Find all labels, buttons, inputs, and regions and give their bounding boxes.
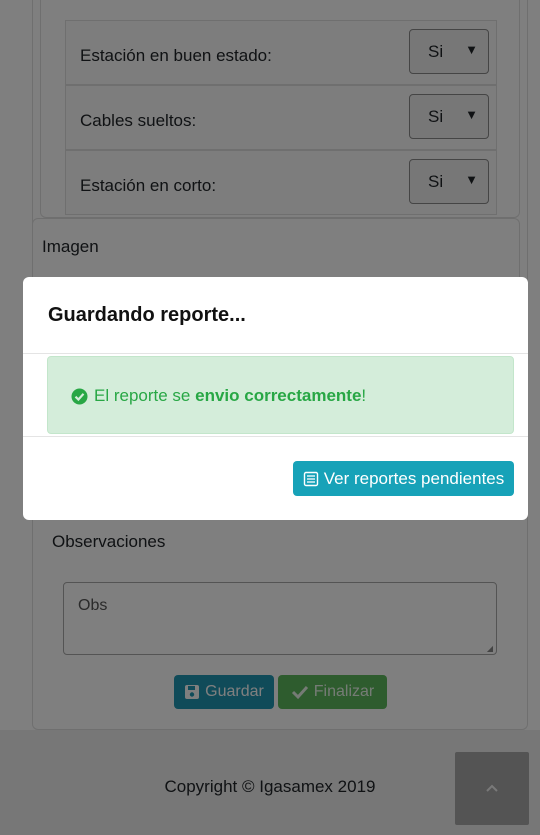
alert-emphasis: envio correctamente	[195, 386, 362, 405]
view-pending-reports-button[interactable]: Ver reportes pendientes	[293, 461, 514, 496]
modal-header: Guardando reporte...	[23, 277, 528, 354]
alert-text: El reporte se	[94, 386, 196, 405]
success-alert: El reporte se envio correctamente!	[47, 356, 514, 434]
check-circle-icon	[71, 388, 88, 404]
modal-body: El reporte se envio correctamente!	[23, 354, 528, 437]
alert-suffix: !	[361, 386, 367, 405]
modal-footer: Ver reportes pendientes	[23, 437, 528, 519]
pending-label: Ver reportes pendientes	[323, 468, 505, 488]
list-icon	[303, 471, 318, 486]
saving-report-modal: Guardando reporte... El reporte se envio…	[23, 277, 528, 520]
modal-title: Guardando reporte...	[48, 304, 246, 326]
